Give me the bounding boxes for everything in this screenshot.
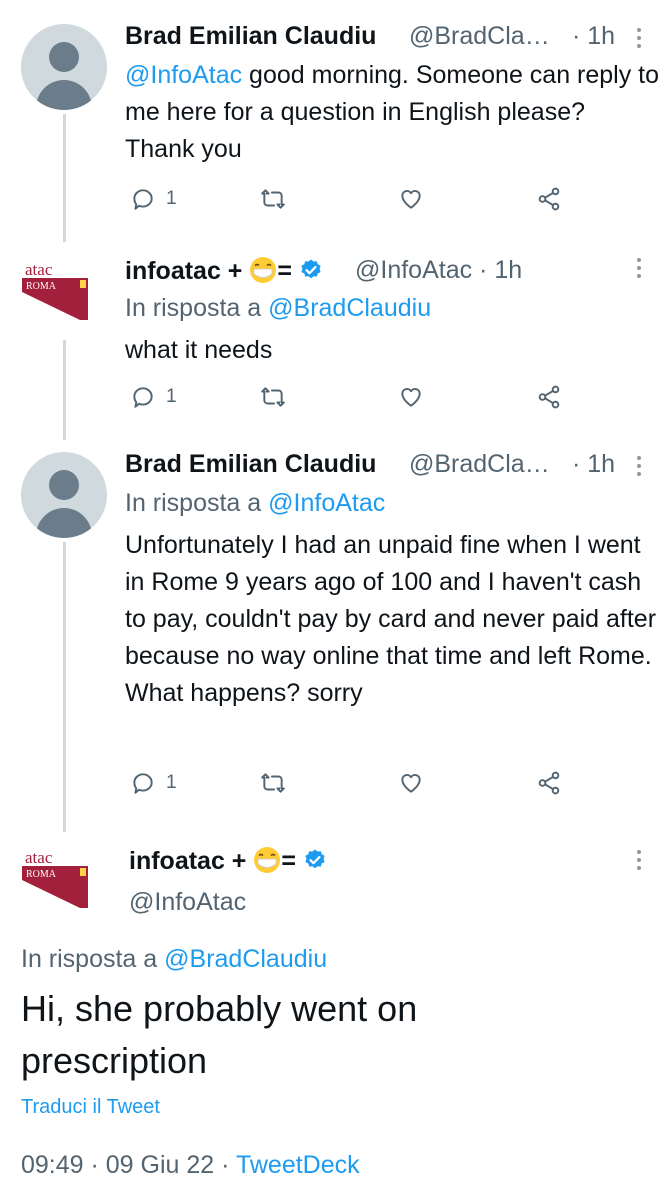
tweet-time[interactable]: · 1h [572, 450, 615, 479]
reply-button[interactable]: 1 [130, 186, 177, 212]
atac-logo[interactable]: atac ROMA [22, 258, 102, 322]
retweet-icon [261, 387, 285, 407]
retweet-icon [261, 189, 285, 209]
retweet-icon [261, 773, 285, 793]
translate-tweet-link[interactable]: Traduci il Tweet [21, 1096, 160, 1119]
tweet-text: Unfortunately I had an unpaid fine when … [125, 531, 657, 707]
share-icon [538, 771, 560, 795]
reply-count: 1 [166, 188, 177, 209]
replying-to: In risposta a @BradClaudiu [21, 945, 328, 973]
tweet-time[interactable]: · 1h [572, 22, 615, 51]
replying-to: In risposta a @BradClaudiu [125, 294, 432, 322]
tweet-actions: 1 [130, 384, 570, 416]
main-tweet-author-handle[interactable]: @InfoAtac [129, 888, 246, 917]
reply-button[interactable]: 1 [130, 384, 177, 410]
reply-icon [133, 387, 153, 408]
more-options-icon[interactable] [636, 456, 642, 480]
tweet-timestamp: 09:49 · 09 Giu 22 · TweetDeck [21, 1151, 360, 1179]
heart-icon [401, 388, 421, 407]
reply-icon [133, 773, 153, 794]
more-options-icon[interactable] [636, 28, 642, 52]
replying-to-link[interactable]: @BradClaudiu [164, 945, 327, 973]
tweet-author-handle[interactable]: @InfoAtac · 1h [355, 256, 522, 285]
mention-link[interactable]: @InfoAtac [125, 61, 242, 89]
thread-line [63, 340, 66, 440]
verified-badge-icon [301, 259, 321, 279]
replying-to-link[interactable]: @BradClaudiu [268, 294, 431, 322]
tweet-actions: 1 [130, 770, 570, 802]
reply-count: 1 [166, 772, 177, 793]
face-mask-emoji-icon [250, 257, 277, 283]
share-icon [538, 385, 560, 409]
face-mask-emoji-icon [254, 847, 281, 873]
tweet-author-name[interactable]: Brad Emilian Claudiu [125, 450, 376, 479]
reply-icon [133, 189, 153, 210]
like-button[interactable] [398, 186, 424, 212]
reply-button[interactable]: 1 [130, 770, 177, 796]
thread-line [63, 114, 66, 242]
share-button[interactable] [536, 384, 562, 410]
atac-logo-text: atac [25, 260, 53, 279]
retweet-button[interactable] [260, 770, 286, 796]
atac-logo-text: atac [25, 848, 53, 867]
tweet-author-name[interactable]: infoatac + = [125, 256, 323, 286]
heart-icon [401, 774, 421, 793]
tweet-author-handle[interactable]: @BradCla… [409, 450, 550, 479]
replying-to-link[interactable]: @InfoAtac [268, 489, 385, 517]
verified-badge-icon [305, 849, 325, 869]
share-button[interactable] [536, 186, 562, 212]
like-button[interactable] [398, 384, 424, 410]
share-icon [538, 187, 560, 211]
avatar[interactable] [21, 452, 107, 538]
more-options-icon[interactable] [636, 850, 642, 874]
heart-icon [401, 190, 421, 209]
replying-to: In risposta a @InfoAtac [125, 489, 386, 517]
avatar[interactable] [21, 24, 107, 110]
atac-logo[interactable]: atac ROMA [22, 846, 102, 910]
atac-logo-roma: ROMA [26, 869, 57, 880]
tweet-actions: 1 [130, 186, 570, 218]
tweet-source-link[interactable]: TweetDeck [236, 1151, 360, 1179]
atac-logo-roma: ROMA [26, 281, 57, 292]
more-options-icon[interactable] [636, 258, 642, 282]
tweet-text: @InfoAtac good morning. Someone can repl… [125, 57, 660, 168]
reply-count: 1 [166, 386, 177, 407]
retweet-button[interactable] [260, 186, 286, 212]
main-tweet-text: Hi, she probably went on prescription [21, 988, 418, 1081]
share-button[interactable] [536, 770, 562, 796]
tweet-author-name[interactable]: Brad Emilian Claudiu [125, 22, 376, 51]
retweet-button[interactable] [260, 384, 286, 410]
tweet-author-handle[interactable]: @BradCla… [409, 22, 550, 51]
main-tweet-author-name[interactable]: infoatac + = [129, 846, 327, 876]
tweet-text: what it needs [125, 336, 273, 364]
like-button[interactable] [398, 770, 424, 796]
thread-line [63, 542, 66, 832]
